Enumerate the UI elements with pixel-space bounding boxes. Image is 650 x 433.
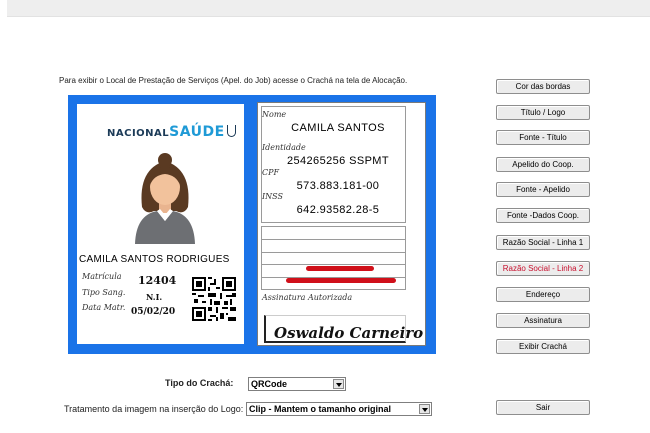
logo-text-saude: SAÚDE <box>169 124 225 140</box>
logo-treatment-label: Tratamento da imagem na inserção do Logo… <box>64 404 244 414</box>
info-text: Para exibir o Local de Prestação de Serv… <box>59 76 408 85</box>
title-font-button[interactable]: Fonte - Título <box>496 130 590 145</box>
cpf-value: 573.883.181-00 <box>296 180 380 192</box>
chevron-down-icon[interactable] <box>333 379 344 389</box>
cpf-label: CPF <box>262 168 280 177</box>
show-badge-button[interactable]: Exibir Crachá <box>496 339 590 354</box>
badge-preview: NACIONALSAÚDE CAMILA SANTOS RODRIGUES Ma… <box>68 95 436 354</box>
chevron-down-icon[interactable] <box>419 404 430 414</box>
inss-label: INSS <box>262 192 283 201</box>
avatar-photo <box>135 153 195 244</box>
address-button[interactable]: Endereço <box>496 287 590 302</box>
data-matr-value: 05/02/20 <box>131 307 176 317</box>
border-color-button[interactable]: Cor das bordas <box>496 79 590 94</box>
company-name-line2-button[interactable]: Razão Social - Linha 2 <box>496 261 590 276</box>
coop-nickname-button[interactable]: Apelido do Coop. <box>496 157 590 172</box>
badge-back: Nome CAMILA SANTOS Identidade 254265256 … <box>257 102 426 346</box>
identidade-value: 254265256 SSPMT <box>286 155 389 167</box>
badge-type-label: Tipo do Crachá: <box>165 378 234 388</box>
matricula-label: Matrícula <box>82 272 122 281</box>
company-logo: NACIONALSAÚDE <box>107 124 236 140</box>
company-name-line1-button[interactable]: Razão Social - Linha 1 <box>496 235 590 250</box>
nickname-font-button[interactable]: Fonte - Apelido <box>496 182 590 197</box>
matricula-value: 12404 <box>138 274 177 287</box>
logo-treatment-select[interactable]: Clip - Mantem o tamanho original <box>246 402 432 416</box>
stethoscope-icon <box>226 125 236 137</box>
logo-treatment-value: Clip - Mantem o tamanho original <box>249 404 392 414</box>
qr-code-icon <box>192 277 236 321</box>
badge-type-select[interactable]: QRCode <box>248 377 346 391</box>
tipo-sang-value: N.I. <box>146 292 163 302</box>
nome-label: Nome <box>262 110 287 119</box>
identidade-label: Identidade <box>262 143 306 152</box>
line-row <box>262 227 405 240</box>
coop-data-font-button[interactable]: Fonte -Dados Coop. <box>496 208 590 223</box>
nome-value: CAMILA SANTOS <box>291 122 385 134</box>
redacted-text-mark <box>306 266 374 271</box>
line-row <box>262 240 405 253</box>
assinatura-label: Assinatura Autorizada <box>262 293 353 302</box>
line-row <box>262 253 405 266</box>
title-logo-button[interactable]: Título / Logo <box>496 105 590 120</box>
full-name: CAMILA SANTOS RODRIGUES <box>79 254 230 265</box>
tipo-sang-label: Tipo Sang. <box>82 288 126 297</box>
badge-type-value: QRCode <box>251 379 287 389</box>
redacted-text-mark <box>286 278 396 283</box>
signature-button[interactable]: Assinatura <box>496 313 590 328</box>
exit-button[interactable]: Sair <box>496 400 590 415</box>
logo-text-nacional: NACIONAL <box>107 128 170 139</box>
signature: Oswaldo Carneiro <box>274 324 424 342</box>
data-matr-label: Data Matr. <box>82 303 126 312</box>
title-bar <box>7 0 650 17</box>
badge-front: NACIONALSAÚDE CAMILA SANTOS RODRIGUES Ma… <box>77 104 244 344</box>
inss-value: 642.93582.28-5 <box>296 204 380 216</box>
